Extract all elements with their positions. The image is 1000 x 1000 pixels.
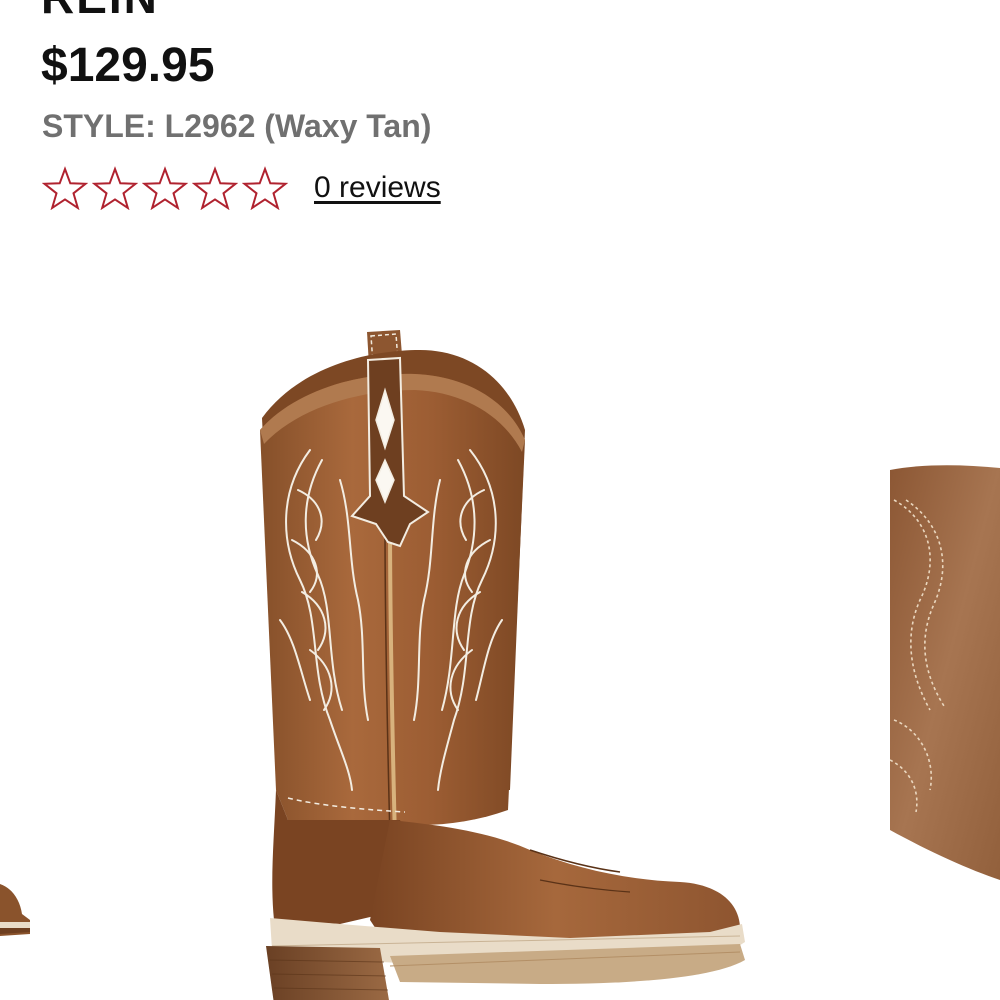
previous-image-partial[interactable] (0, 870, 40, 950)
star-icon (92, 166, 138, 210)
style-label: STYLE: (42, 108, 156, 144)
style-value: L2962 (Waxy Tan) (164, 108, 432, 144)
star-icon (242, 166, 288, 210)
star-rating[interactable] (42, 166, 288, 210)
product-image-carousel[interactable] (0, 300, 1000, 1000)
product-price: $129.95 (41, 39, 215, 92)
main-boot-image[interactable] (240, 320, 760, 1000)
star-icon (192, 166, 238, 210)
star-icon (142, 166, 188, 210)
next-image-partial[interactable] (890, 460, 1000, 880)
reviews-link[interactable]: 0 reviews (314, 173, 441, 203)
style-line: STYLE: L2962 (Waxy Tan) (42, 110, 431, 142)
rating-summary: 0 reviews (42, 165, 441, 211)
product-page: REIN $129.95 STYLE: L2962 (Waxy Tan) 0 r… (0, 0, 1000, 1000)
star-icon (42, 166, 88, 210)
product-name: REIN (41, 0, 159, 20)
